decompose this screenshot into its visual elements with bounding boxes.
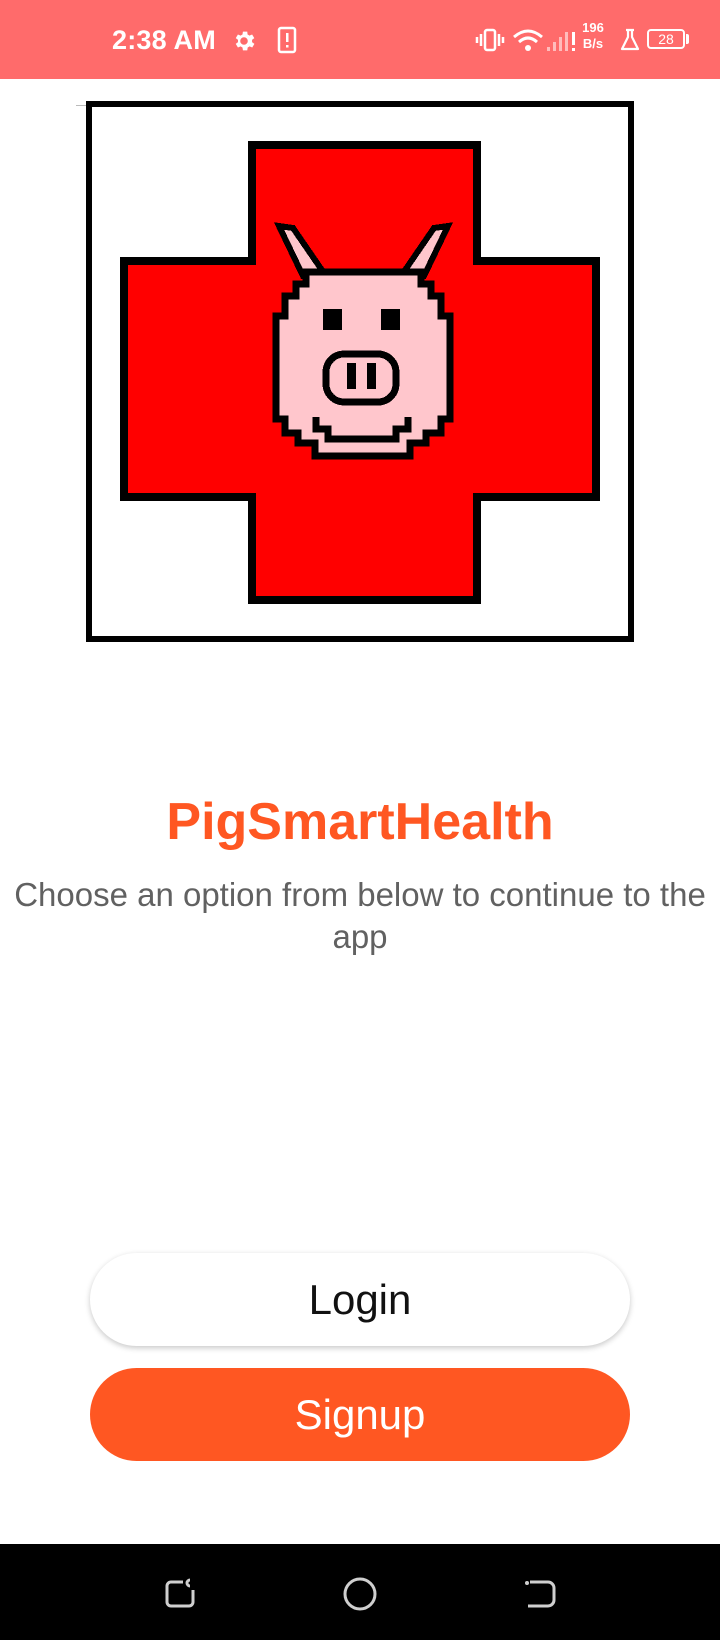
network-speed: 196 B/s: [578, 20, 608, 52]
recent-apps-icon[interactable]: [158, 1572, 202, 1616]
home-icon[interactable]: [338, 1572, 382, 1616]
phone-alert-icon: [277, 26, 297, 54]
lab-flask-icon: [620, 28, 640, 51]
signup-button[interactable]: Signup: [90, 1368, 630, 1461]
battery-indicator: 28: [647, 29, 685, 49]
app-subtitle: Choose an option from below to continue …: [14, 876, 706, 955]
wifi-icon: [513, 29, 543, 51]
vibrate-icon: [475, 28, 505, 52]
battery-level: 28: [658, 31, 674, 47]
pig-red-cross-logo: [86, 101, 634, 642]
back-icon[interactable]: [518, 1572, 562, 1616]
system-nav-bar: [0, 1544, 720, 1640]
login-button[interactable]: Login: [90, 1253, 630, 1346]
settings-gear-icon: [235, 31, 255, 51]
status-bar: 2:38 AM 196 B/s 28: [0, 0, 720, 79]
network-speed-unit: B/s: [582, 36, 604, 51]
network-speed-value: 196: [582, 20, 604, 35]
app-title: PigSmartHealth: [166, 793, 554, 851]
signal-strength-icon: [547, 32, 575, 51]
status-time: 2:38 AM: [112, 25, 216, 55]
battery-cap: [686, 34, 689, 44]
